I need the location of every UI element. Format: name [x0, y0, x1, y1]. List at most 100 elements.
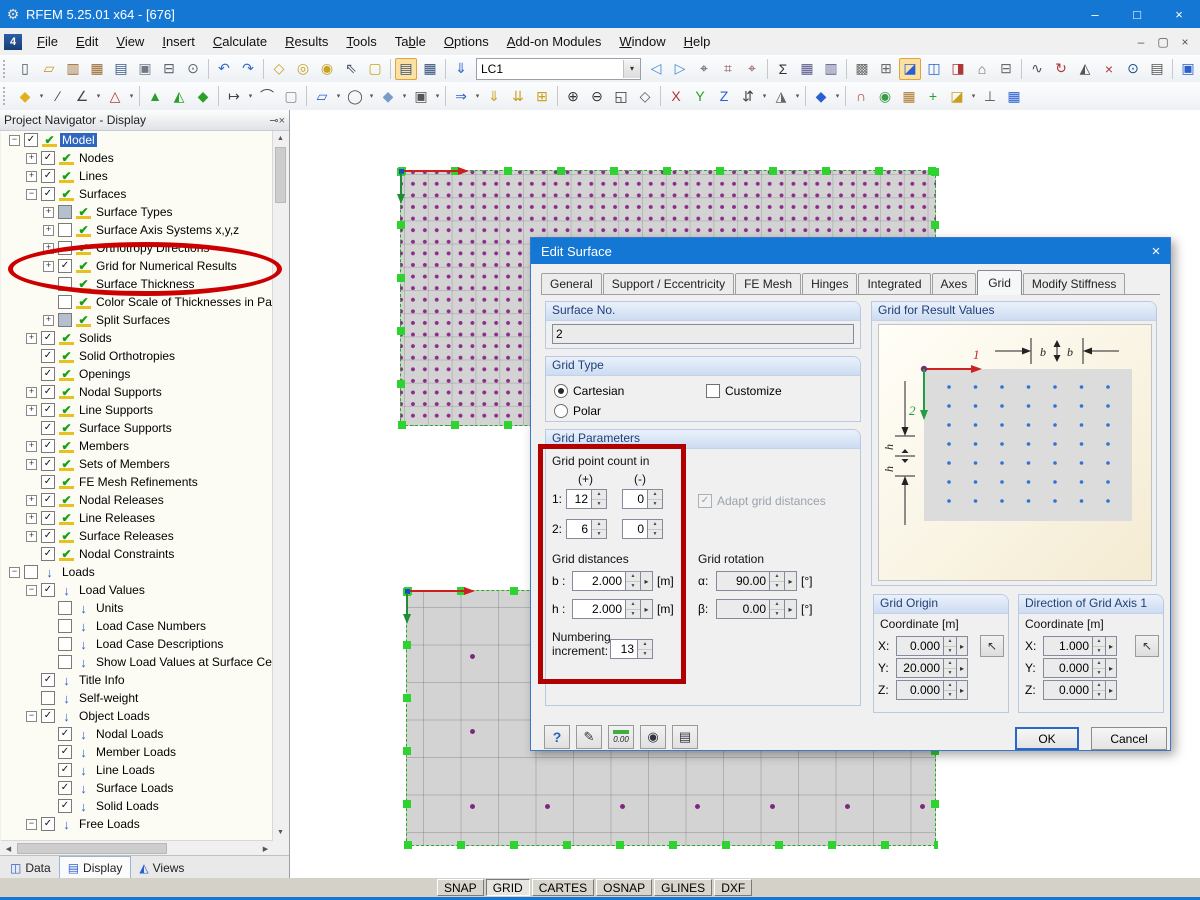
tree-expander-icon[interactable]: − — [26, 818, 37, 830]
show-tables-icon[interactable]: ▤ — [395, 57, 417, 80]
dropdown-arrow-icon[interactable]: ▾ — [473, 92, 482, 100]
menu-tools[interactable]: Tools — [337, 30, 385, 53]
tree-item-sets-of-members[interactable]: + ✓ ✔ Sets of Members — [1, 455, 273, 473]
beta-detail-button[interactable]: ▸ — [785, 599, 797, 619]
units-decimal-places-button[interactable]: 0.00 — [608, 725, 634, 749]
move-node-icon[interactable]: ⌖ — [693, 58, 715, 80]
zoom-in-icon[interactable]: ⊕ — [562, 85, 584, 107]
tree-checkbox[interactable]: ✓ — [58, 781, 72, 795]
results-values-icon[interactable]: ◉ — [874, 85, 896, 107]
origin-y-field[interactable]: 20.000 — [896, 658, 944, 678]
tree-item-split-surfaces[interactable]: + ✔ Split Surfaces — [1, 311, 273, 329]
flip-z-axis-icon[interactable]: ⇵ — [737, 85, 759, 107]
insert-dimension-icon[interactable]: ↦ — [223, 85, 245, 107]
tree-expander-icon[interactable]: + — [26, 404, 37, 416]
load-case-icon[interactable]: ⇓ — [450, 58, 472, 80]
navigator-tab-views[interactable]: ◭ Views — [131, 856, 192, 879]
origin-z-field[interactable]: 0.000 — [896, 680, 944, 700]
origin-x-spinner[interactable]: ▲ ▼ — [944, 636, 957, 656]
tree-item-solid-orthotropies[interactable]: ✓ ✔ Solid Orthotropies — [1, 347, 273, 365]
building-model-icon[interactable]: ⌂ — [971, 58, 993, 80]
axis-z-detail-button[interactable]: ▸ — [1106, 680, 1117, 700]
apply-to-other-surfaces-button[interactable]: ▤ — [672, 725, 698, 749]
insert-polyline-icon[interactable]: ∠ — [71, 85, 93, 107]
vertical-scroll-thumb[interactable] — [275, 147, 286, 203]
axis-y-spinner[interactable]: ▲ ▼ — [1093, 658, 1106, 678]
view-in-z-icon[interactable]: Z — [713, 85, 735, 107]
dialog-tab-integrated[interactable]: Integrated — [858, 273, 931, 294]
tree-checkbox[interactable]: ✓ — [58, 799, 72, 813]
scroll-right-icon[interactable]: ▶ — [258, 841, 273, 856]
measure-icon[interactable]: ⌖ — [741, 58, 763, 80]
connect-lines-icon[interactable]: ⇒ — [450, 85, 472, 107]
view-in-y-icon[interactable]: Y — [689, 85, 711, 107]
rendering-mode-icon[interactable]: ◆ — [810, 85, 832, 107]
tree-checkbox[interactable] — [58, 637, 72, 651]
object-info-icon[interactable]: ⊙ — [1122, 58, 1144, 80]
tree-item-title-info[interactable]: ✓ ↓ Title Info — [1, 671, 273, 689]
regenerate-model-icon[interactable]: ↻ — [1050, 58, 1072, 80]
tree-item-object-loads[interactable]: − ✓ ↓ Object Loads — [1, 707, 273, 725]
alpha-rotation-field[interactable]: 90.00 — [716, 571, 770, 591]
dialog-tab-hinges[interactable]: Hinges — [802, 273, 858, 294]
tree-checkbox[interactable]: ✓ — [41, 709, 55, 723]
tree-item-surfaces[interactable]: − ✓ ✔ Surfaces — [1, 185, 273, 203]
dropdown-arrow-icon[interactable]: ▾ — [969, 92, 978, 100]
alpha-spinner[interactable]: ▲ ▼ — [770, 571, 785, 591]
origin-pick-button[interactable]: ↖ — [980, 635, 1004, 657]
tree-item-model[interactable]: − ✓ ✔ Model — [1, 131, 273, 149]
tree-item-nodal-releases[interactable]: + ✓ ✔ Nodal Releases — [1, 491, 273, 509]
table-layout-icon[interactable]: ▦ — [419, 58, 441, 80]
dialog-tab-fe-mesh[interactable]: FE Mesh — [735, 273, 802, 294]
scroll-left-icon[interactable]: ◀ — [1, 841, 16, 856]
dropdown-arrow-icon[interactable]: ▾ — [127, 92, 136, 100]
tree-expander-icon[interactable]: + — [26, 152, 37, 164]
statusbar-toggle-cartes[interactable]: CARTES — [531, 879, 595, 896]
dropdown-arrow-icon[interactable]: ▾ — [37, 92, 46, 100]
tree-checkbox[interactable]: ✓ — [41, 187, 55, 201]
navigator-tab-data[interactable]: ◫ Data — [2, 856, 59, 879]
tree-expander-icon[interactable]: + — [26, 494, 37, 506]
view-surface-button[interactable]: ◉ — [640, 725, 666, 749]
tree-item-surface-supports[interactable]: ✓ ✔ Surface Supports — [1, 419, 273, 437]
work-plane-icon[interactable]: ◮ — [770, 85, 792, 107]
cancel-button[interactable]: Cancel — [1091, 727, 1167, 750]
add-on-module-icon[interactable]: ▣ — [1177, 58, 1199, 80]
dropdown-arrow-icon[interactable]: ▾ — [367, 92, 376, 100]
surface-axes-icon[interactable]: ◫ — [923, 58, 945, 80]
dropdown-arrow-icon[interactable]: ▾ — [833, 92, 842, 100]
tree-expander-icon[interactable]: + — [26, 332, 37, 344]
tree-checkbox[interactable]: ✓ — [41, 475, 55, 489]
mdi-minimize-button[interactable]: – — [1130, 35, 1152, 49]
generate-loads-icon[interactable]: + — [922, 85, 944, 107]
scroll-up-icon[interactable]: ▲ — [273, 131, 288, 146]
new-file-icon[interactable]: ▯ — [14, 58, 36, 80]
statusbar-toggle-glines[interactable]: GLINES — [654, 879, 713, 896]
clipboard-icon[interactable]: ▣ — [134, 58, 156, 80]
insert-solid-icon[interactable]: ◆ — [377, 85, 399, 107]
tree-checkbox[interactable]: ✓ — [58, 763, 72, 777]
dropdown-arrow-icon[interactable]: ▾ — [94, 92, 103, 100]
menu-insert[interactable]: Insert — [153, 30, 204, 53]
tree-expander-icon[interactable]: + — [26, 512, 37, 524]
surface-no-field[interactable]: 2 — [552, 324, 854, 344]
tree-checkbox[interactable] — [58, 313, 72, 327]
load-case-dropdown-icon[interactable]: ▾ — [623, 59, 640, 78]
tree-checkbox[interactable] — [58, 223, 72, 237]
auto-hide-pin-icon[interactable]: ⊸ — [269, 115, 278, 127]
beta-spinner[interactable]: ▲ ▼ — [770, 599, 785, 619]
surface-support-icon[interactable]: ◆ — [192, 85, 214, 107]
insert-line-icon[interactable]: ∕ — [47, 85, 69, 107]
nodal-support-icon[interactable]: ▲ — [144, 85, 166, 107]
tree-checkbox[interactable] — [58, 295, 72, 309]
mirror-icon[interactable]: ◭ — [1074, 58, 1096, 80]
tree-checkbox[interactable] — [58, 655, 72, 669]
tree-expander-icon[interactable]: + — [43, 314, 54, 326]
menu-results[interactable]: Results — [276, 30, 337, 53]
tree-item-surface-loads[interactable]: ✓ ↓ Surface Loads — [1, 779, 273, 797]
origin-z-spinner[interactable]: ▲ ▼ — [944, 680, 957, 700]
tree-item-fe-mesh-refinements[interactable]: ✓ ✔ FE Mesh Refinements — [1, 473, 273, 491]
tree-checkbox[interactable] — [58, 619, 72, 633]
menu-options[interactable]: Options — [435, 30, 498, 53]
statusbar-toggle-snap[interactable]: SNAP — [437, 879, 484, 896]
